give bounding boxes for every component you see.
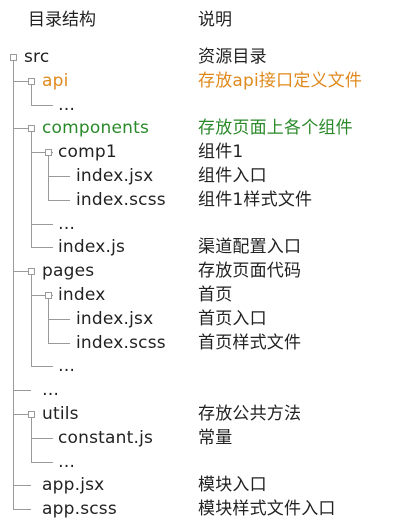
tree-item-name: app.jsx	[42, 475, 105, 495]
tree-item-description: 首页入口	[198, 309, 267, 329]
tree-item-name: constant.js	[58, 428, 154, 448]
tree-connector-horizontal	[31, 462, 53, 463]
tree-item-name: index.jsx	[76, 309, 154, 329]
tree-item-name: components	[42, 118, 150, 138]
tree-item-name: index.scss	[76, 333, 166, 353]
tree-item-description: 存放公共方法	[198, 404, 302, 424]
tree-connector-horizontal	[13, 485, 31, 486]
header-description: 说明	[198, 10, 232, 30]
tree-item-name: index.jsx	[76, 166, 154, 186]
tree-item-description: 存放页面上各个组件	[198, 118, 353, 138]
folder-toggle-icon	[28, 411, 35, 418]
tree-connector-vertical	[31, 128, 32, 247]
tree-connector-vertical	[31, 271, 32, 366]
tree-item-description: 组件入口	[198, 166, 267, 186]
tree-item-name: index.scss	[76, 190, 166, 210]
tree-item-description: 模块入口	[198, 475, 267, 495]
tree-connector-horizontal	[31, 247, 53, 248]
folder-toggle-icon	[45, 292, 52, 299]
tree-item-name: …	[58, 214, 76, 234]
tree-item-name: pages	[42, 261, 95, 281]
tree-connector-horizontal	[48, 200, 70, 201]
folder-toggle-icon	[28, 268, 35, 275]
tree-item-name: …	[58, 452, 76, 472]
tree-connector-horizontal	[31, 438, 53, 439]
tree-item-description: 组件1	[198, 142, 244, 162]
tree-item-description: 资源目录	[198, 47, 267, 67]
directory-tree-diagram: 目录结构 说明 src 资源目录 api 存放api接口定义文件 … components…	[0, 0, 403, 529]
tree-item-description: 存放页面代码	[198, 261, 302, 281]
tree-item-name: …	[58, 356, 76, 376]
tree-connector-vertical	[13, 57, 14, 509]
tree-connector-horizontal	[13, 509, 31, 510]
tree-item-description: 渠道配置入口	[198, 237, 302, 257]
tree-item-description: 首页	[198, 285, 233, 305]
tree-item-name: …	[42, 380, 60, 400]
folder-toggle-icon	[45, 149, 52, 156]
tree-connector-horizontal	[31, 105, 53, 106]
tree-connector-horizontal	[48, 176, 70, 177]
tree-item-name: index.js	[58, 237, 126, 257]
tree-item-description: 模块样式文件入口	[198, 499, 336, 519]
folder-toggle-icon	[28, 125, 35, 132]
tree-connector-horizontal	[13, 390, 31, 391]
tree-item-name: index	[58, 285, 106, 305]
header-structure: 目录结构	[28, 10, 96, 30]
folder-toggle-icon	[10, 54, 17, 61]
tree-item-name: app.scss	[42, 499, 117, 519]
tree-item-description: 存放api接口定义文件	[198, 71, 363, 91]
tree-connector-horizontal	[31, 366, 53, 367]
tree-item-name: comp1	[58, 142, 117, 162]
tree-connector-horizontal	[31, 224, 53, 225]
folder-toggle-icon	[28, 78, 35, 85]
tree-connector-horizontal	[48, 343, 70, 344]
tree-item-name: api	[42, 71, 69, 91]
tree-item-name: src	[24, 47, 50, 67]
tree-connector-horizontal	[48, 319, 70, 320]
tree-item-description: 常量	[198, 428, 233, 448]
tree-item-description: 首页样式文件	[198, 333, 302, 353]
tree-item-name: …	[58, 95, 76, 115]
tree-item-description: 组件1样式文件	[198, 190, 313, 210]
tree-item-name: utils	[42, 404, 79, 424]
